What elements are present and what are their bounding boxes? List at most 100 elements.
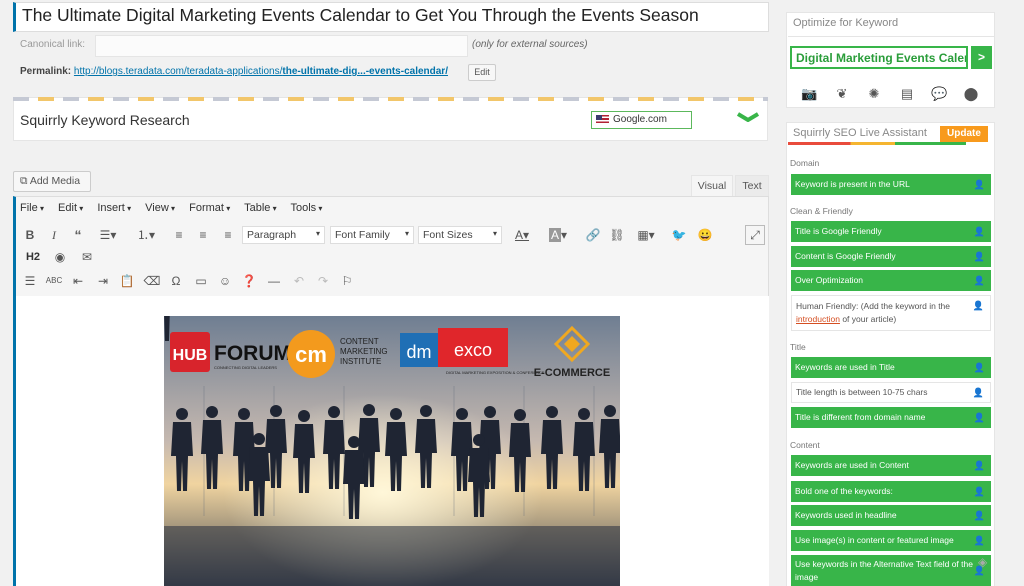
keyword-input[interactable]: Digital Marketing Events Calen xyxy=(790,46,968,69)
indent-icon[interactable]: ⇥ xyxy=(94,272,112,290)
rule-item[interactable]: Over Optimization 👤 xyxy=(791,270,991,291)
clear-format-icon[interactable]: ⌫ xyxy=(143,272,161,290)
panel-divider xyxy=(788,36,994,37)
check-icon: 👤 xyxy=(973,179,985,189)
paragraph-select[interactable]: Paragraph xyxy=(242,226,325,244)
strikethrough-icon[interactable]: ABC xyxy=(45,272,63,290)
keyword-go-button[interactable]: > xyxy=(971,46,992,69)
rule-item[interactable]: Use keywords in the Alternative Text fie… xyxy=(791,555,991,586)
logo-forum-tagline: CONNECTING DIGITAL LEADERS xyxy=(214,365,277,370)
font-family-select[interactable]: Font Family xyxy=(330,226,414,244)
permalink-label: Permalink: xyxy=(20,66,72,77)
rule-item[interactable]: Keywords are used in Content 👤 xyxy=(791,455,991,476)
rss-icon[interactable]: ◉ xyxy=(51,248,69,266)
camera-icon[interactable]: 📷 xyxy=(801,86,817,102)
bullet-list-icon[interactable]: ☰▾ xyxy=(95,226,121,244)
introduction-link[interactable]: introduction xyxy=(796,314,840,324)
blockquote-icon[interactable]: “ xyxy=(69,226,87,244)
emoji-icon[interactable]: 😀 xyxy=(696,226,714,244)
post-featured-image[interactable]: HUB FORUM CONNECTING DIGITAL LEADERS cm … xyxy=(164,316,620,586)
font-size-select[interactable]: Font Sizes xyxy=(418,226,502,244)
logo-ecommerce: E-COMMERCE xyxy=(534,367,610,379)
permalink-link[interactable]: http://blogs.teradata.com/teradata-appli… xyxy=(74,66,448,77)
menu-insert[interactable]: Insert xyxy=(97,202,131,214)
check-icon: 👤 xyxy=(973,412,985,422)
rule-item[interactable]: Title is different from domain name 👤 xyxy=(791,407,991,428)
rule-item[interactable]: Keywords used in headline 👤 xyxy=(791,505,991,526)
table-icon[interactable]: ▦▾ xyxy=(632,226,660,244)
email-icon[interactable]: ✉ xyxy=(78,248,96,266)
twitter-icon[interactable]: 🐦 xyxy=(670,226,688,244)
progress-line xyxy=(788,142,966,145)
outdent-icon[interactable]: ⇤ xyxy=(69,272,87,290)
more-tag-icon[interactable]: ▭ xyxy=(192,272,210,290)
align-right-icon[interactable]: ≡ xyxy=(219,226,237,244)
undo-icon[interactable]: ↶ xyxy=(290,272,308,290)
news-icon[interactable]: ▤ xyxy=(899,86,915,102)
section-title: Title xyxy=(790,342,806,352)
text-color-icon[interactable]: A▾ xyxy=(509,226,535,244)
link-icon[interactable]: 🔗 xyxy=(584,226,602,244)
country-label: Google.com xyxy=(613,114,667,125)
post-title-input[interactable]: The Ultimate Digital Marketing Events Ca… xyxy=(13,2,769,32)
rule-item[interactable]: Title length is between 10-75 chars 👤 xyxy=(791,382,991,403)
keyword-research-title: Squirrly Keyword Research xyxy=(20,112,190,128)
tab-text[interactable]: Text xyxy=(735,175,769,196)
rule-item-human-friendly[interactable]: Human Friendly: (Add the keyword in the … xyxy=(791,295,991,331)
align-left-icon[interactable]: ≡ xyxy=(170,226,188,244)
rule-text: Title is different from domain name xyxy=(795,412,926,422)
menu-format[interactable]: Format xyxy=(189,202,230,214)
menu-view[interactable]: View xyxy=(145,202,175,214)
menu-file[interactable]: File xyxy=(20,202,44,214)
canonical-link-input[interactable] xyxy=(95,35,468,57)
fullscreen-icon[interactable]: ⤢ xyxy=(745,225,765,245)
rule-item[interactable]: Bold one of the keywords: 👤 xyxy=(791,481,991,502)
twitter-icon[interactable]: ❦ xyxy=(834,86,850,102)
logo-exco: exco xyxy=(454,340,492,360)
check-icon: 👤 xyxy=(973,275,985,285)
menu-table[interactable]: Table xyxy=(244,202,277,214)
location-icon[interactable]: ⬤ xyxy=(963,86,979,102)
update-button[interactable]: Update xyxy=(940,126,988,142)
horizontal-lines-icon[interactable]: ☰ xyxy=(21,272,39,290)
menu-tools[interactable]: Tools xyxy=(290,202,322,214)
rule-item[interactable]: Use image(s) in content or featured imag… xyxy=(791,530,991,551)
check-icon: 👤 xyxy=(973,510,985,520)
settings-icon[interactable]: ✺ xyxy=(866,86,882,102)
country-select[interactable]: Google.com xyxy=(591,111,692,129)
smiley-icon[interactable]: ☺ xyxy=(216,272,234,290)
rule-item[interactable]: Keyword is present in the URL 👤 xyxy=(791,174,991,195)
add-media-button[interactable]: ⧉ Add Media xyxy=(13,171,91,192)
us-flag-icon xyxy=(596,115,609,124)
scroll-handle-icon[interactable]: ◈ xyxy=(978,555,994,571)
rule-item[interactable]: Content is Google Friendly 👤 xyxy=(791,246,991,267)
unlink-icon[interactable]: ⛓ xyxy=(608,226,626,244)
italic-icon[interactable]: I xyxy=(45,226,63,244)
check-icon: 👤 xyxy=(973,486,985,496)
redo-icon[interactable]: ↷ xyxy=(314,272,332,290)
check-icon: 👤 xyxy=(973,535,985,545)
special-char-icon[interactable]: Ω xyxy=(167,272,185,290)
expand-chevron-icon[interactable] xyxy=(737,112,759,122)
background-color-icon[interactable]: A ▾ xyxy=(543,226,573,244)
help-icon[interactable]: ❓ xyxy=(240,272,258,290)
rule-item[interactable]: Title is Google Friendly 👤 xyxy=(791,221,991,242)
heading-two-button[interactable]: H2 xyxy=(24,248,42,266)
bookmark-icon[interactable]: ⚐ xyxy=(338,272,356,290)
logo-cmi-line1: CONTENT xyxy=(340,337,379,346)
tab-visual[interactable]: Visual xyxy=(691,175,733,196)
check-icon: 👤 xyxy=(973,226,985,236)
paste-icon[interactable]: 📋 xyxy=(118,272,136,290)
bold-icon[interactable]: B xyxy=(21,226,39,244)
permalink-base: http://blogs.teradata.com/teradata-appli… xyxy=(73,66,283,77)
menu-edit[interactable]: Edit xyxy=(58,202,83,214)
numbered-list-icon[interactable]: ⒈▾ xyxy=(133,226,159,244)
pending-icon: 👤 xyxy=(972,300,984,311)
align-center-icon[interactable]: ≡ xyxy=(194,226,212,244)
permalink-edit-button[interactable]: Edit xyxy=(468,64,496,81)
canonical-label: Canonical link: xyxy=(20,39,86,50)
horizontal-rule-icon[interactable]: — xyxy=(265,272,283,290)
chat-icon[interactable]: 💬 xyxy=(931,86,947,102)
rule-text: Use keywords in the Alternative Text fie… xyxy=(795,559,973,582)
rule-item[interactable]: Keywords are used in Title 👤 xyxy=(791,357,991,378)
